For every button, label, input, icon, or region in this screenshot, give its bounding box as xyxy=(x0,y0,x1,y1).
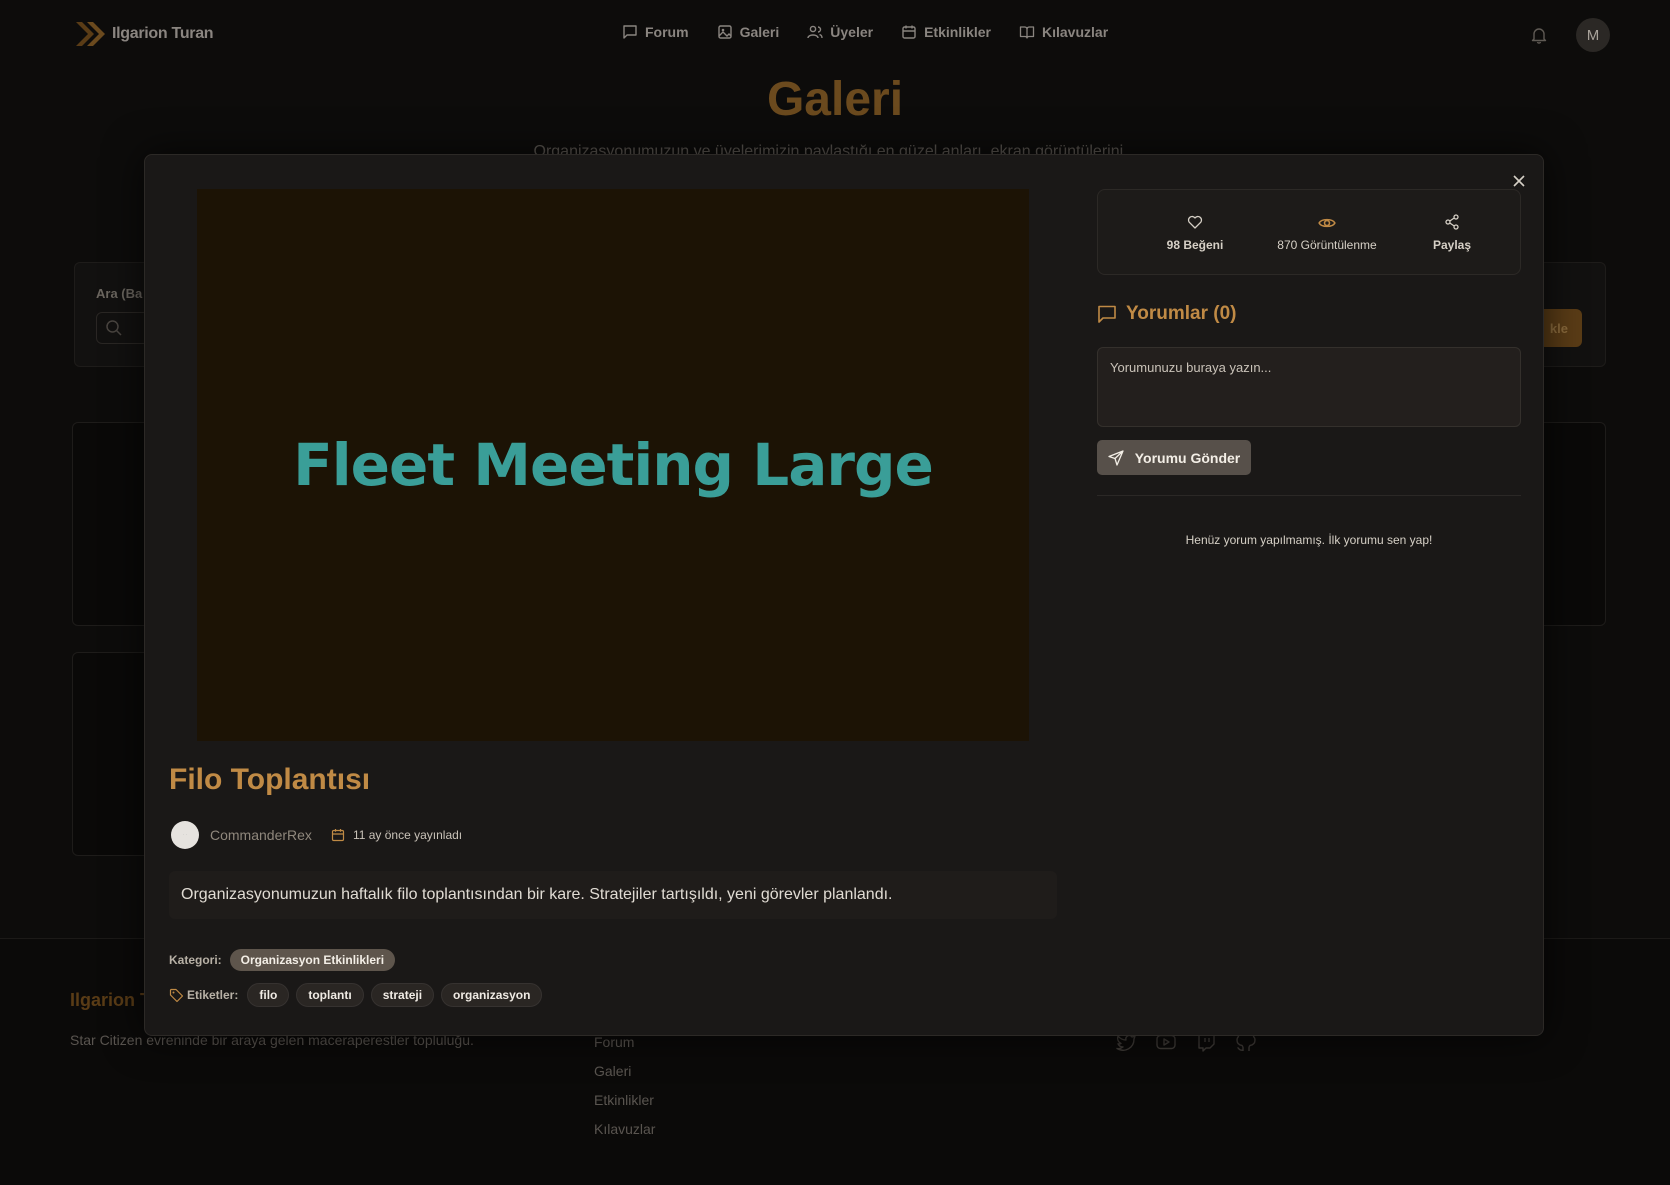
send-comment-label: Yorumu Gönder xyxy=(1134,449,1241,466)
gallery-image: Fleet Meeting Large xyxy=(197,189,1029,741)
post-description: Organizasyonumuzun haftalık filo toplant… xyxy=(169,871,1057,919)
image-detail-modal: Fleet Meeting Large Filo Toplantısı · · … xyxy=(144,154,1544,1036)
footer-links: Forum Galeri Etkinlikler Kılavuzlar xyxy=(594,1034,655,1137)
views-stat: 870 Görüntülenme xyxy=(1260,190,1394,276)
calendar-icon xyxy=(902,25,916,39)
bell-icon[interactable] xyxy=(1530,26,1548,44)
nav-item-label: Üyeler xyxy=(830,24,874,40)
tags-row: Etiketler: filo toplantı strateji organi… xyxy=(169,983,549,1007)
logo-chevrons-icon xyxy=(74,20,106,48)
brand-logo[interactable]: Ilgarion Turan xyxy=(74,20,214,48)
tag-icon xyxy=(169,988,184,1002)
like-button[interactable]: 98 Beğeni xyxy=(1148,190,1242,276)
nav-item-galeri[interactable]: Galeri xyxy=(717,24,780,40)
close-button[interactable] xyxy=(1509,171,1529,191)
post-meta: · · CommanderRex 11 ay önce yayınladı xyxy=(171,821,462,849)
search-label: Ara (Ba xyxy=(96,286,143,301)
main-nav: Forum Galeri Üyeler Etkinlikler Kılavuzl… xyxy=(622,24,1108,40)
nav-item-label: Galeri xyxy=(739,24,780,40)
users-icon xyxy=(807,25,823,39)
image-caption: Fleet Meeting Large xyxy=(293,431,934,499)
nav-item-uyeler[interactable]: Üyeler xyxy=(807,24,873,40)
message-square-icon xyxy=(623,25,637,39)
share-button[interactable]: Paylaş xyxy=(1416,190,1488,276)
published-date: 11 ay önce yayınladı xyxy=(352,828,463,842)
footer-brand: Ilgarion T xyxy=(70,990,151,1010)
empty-comments-message: Henüz yorum yapılmamış. İlk yorumu sen y… xyxy=(1185,533,1433,547)
page-title: Galeri xyxy=(766,73,904,126)
tag-chip[interactable]: filo xyxy=(247,983,290,1007)
send-icon xyxy=(1108,449,1124,466)
category-label: Kategori: xyxy=(169,953,222,967)
nav-item-etkinlikler[interactable]: Etkinlikler xyxy=(901,24,991,40)
heart-icon xyxy=(1187,215,1203,229)
likes-count: 98 Beğeni xyxy=(1166,238,1224,252)
brand-name: Ilgarion Turan xyxy=(112,25,214,42)
nav-item-label: Forum xyxy=(645,24,689,40)
comment-input[interactable] xyxy=(1097,347,1521,427)
comments-title: Yorumlar (0) xyxy=(1126,303,1237,324)
footer-link-galeri[interactable]: Galeri xyxy=(594,1063,655,1079)
comments-header: Yorumlar (0) xyxy=(1097,303,1237,325)
top-navbar: Ilgarion Turan Forum Galeri Üyeler Etkin… xyxy=(0,0,1670,70)
footer-link-forum[interactable]: Forum xyxy=(594,1034,655,1050)
nav-item-label: Etkinlikler xyxy=(924,24,991,40)
footer-link-etkinlikler[interactable]: Etkinlikler xyxy=(594,1092,655,1108)
book-icon xyxy=(1019,26,1035,39)
divider xyxy=(1097,495,1521,496)
category-row: Kategori: Organizasyon Etkinlikleri xyxy=(169,949,396,971)
footer-link-kilavuzlar[interactable]: Kılavuzlar xyxy=(594,1121,655,1137)
tag-chip[interactable]: toplantı xyxy=(296,983,364,1007)
tags-label: Etiketler: xyxy=(187,988,239,1002)
close-icon xyxy=(1513,175,1525,187)
share-icon xyxy=(1445,214,1459,230)
nav-item-label: Kılavuzlar xyxy=(1042,24,1109,40)
nav-item-kilavuzlar[interactable]: Kılavuzlar xyxy=(1019,24,1108,40)
user-avatar[interactable]: M xyxy=(1576,18,1610,52)
share-label: Paylaş xyxy=(1432,238,1472,252)
post-title: Filo Toplantısı xyxy=(169,763,371,796)
message-square-icon xyxy=(1098,305,1116,323)
eye-icon xyxy=(1318,218,1336,228)
calendar-icon xyxy=(331,829,345,842)
search-icon xyxy=(106,320,122,336)
stats-card: 98 Beğeni 870 Görüntülenme Paylaş xyxy=(1097,189,1521,275)
tag-chip[interactable]: organizasyon xyxy=(441,983,543,1007)
image-icon xyxy=(717,25,732,39)
views-count: 870 Görüntülenme xyxy=(1277,238,1377,252)
category-badge[interactable]: Organizasyon Etkinlikleri xyxy=(229,949,396,971)
send-comment-button[interactable]: Yorumu Gönder xyxy=(1097,440,1251,475)
nav-item-forum[interactable]: Forum xyxy=(622,24,689,40)
tag-chip[interactable]: strateji xyxy=(370,983,435,1007)
author-name[interactable]: CommanderRex xyxy=(210,827,312,843)
author-avatar[interactable]: · · xyxy=(171,821,199,849)
